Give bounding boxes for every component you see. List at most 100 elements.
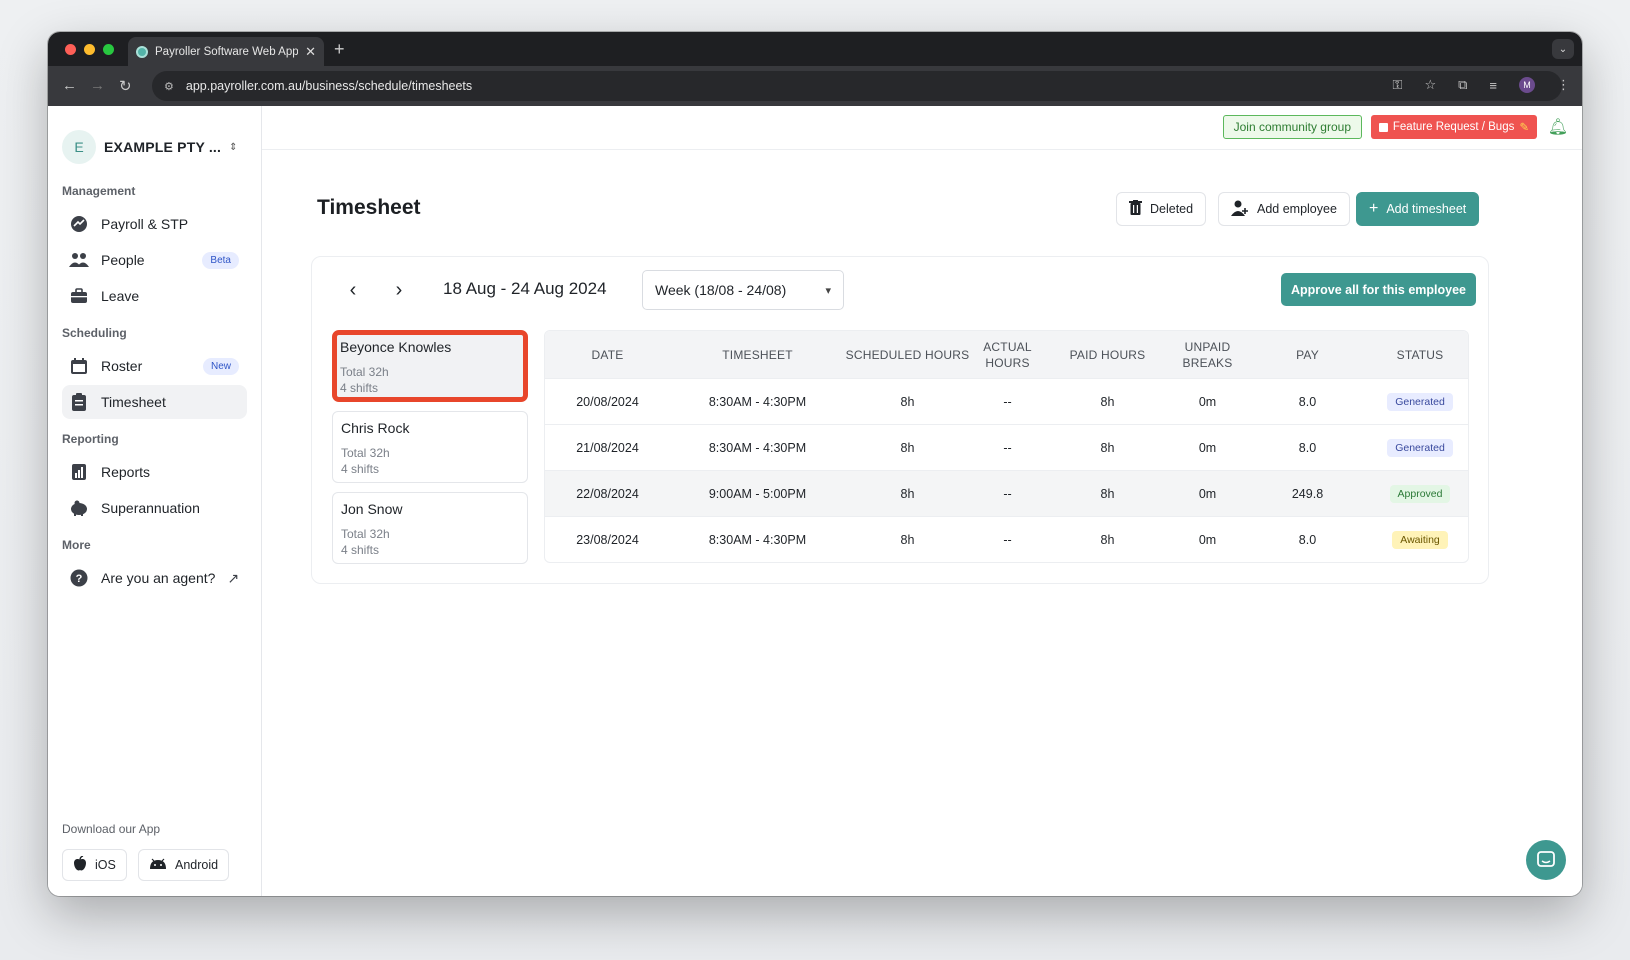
deleted-button[interactable]: Deleted — [1116, 192, 1207, 226]
cell-breaks: 0m — [1198, 440, 1217, 455]
cell-status: Approved — [1370, 484, 1468, 503]
week-select[interactable]: Week (18/08 - 24/08) ▾ — [642, 270, 844, 310]
browser-tab[interactable]: Payroller Software Web Appli ✕ — [128, 37, 324, 66]
chevron-down-icon: ▾ — [825, 284, 831, 297]
sidebar-item-label: People — [101, 252, 145, 268]
employee-shifts: 4 shifts — [341, 543, 380, 557]
section-scheduling: Scheduling — [62, 326, 127, 340]
previous-week-icon[interactable]: ‹ — [342, 279, 364, 302]
reload-icon[interactable]: ↻ — [119, 77, 132, 95]
sidebar-item-leave[interactable]: Leave — [62, 279, 247, 313]
table-row[interactable]: 23/08/2024 8:30AM - 4:30PM 8h -- 8h 0m 8… — [545, 516, 1468, 562]
sidebar-item-people[interactable]: People Beta — [62, 243, 247, 277]
week-navigation: ‹ › — [342, 279, 410, 302]
cell-date: 20/08/2024 — [576, 394, 639, 409]
sidebar-item-superannuation[interactable]: Superannuation — [62, 491, 247, 525]
timesheet-card: ‹ › 18 Aug - 24 Aug 2024 Week (18/08 - 2… — [311, 256, 1489, 584]
join-community-button[interactable]: Join community group — [1222, 115, 1362, 139]
org-switcher[interactable]: E EXAMPLE PTY ... ⇕ — [62, 130, 238, 164]
site-info-icon[interactable]: ⚙ — [164, 80, 174, 93]
media-control-icon[interactable]: ≡ — [1489, 78, 1497, 93]
trash-icon — [1129, 200, 1142, 218]
employee-name: Beyonce Knowles — [340, 339, 452, 355]
column-header[interactable]: DATE — [545, 347, 670, 363]
employee-shifts: 4 shifts — [340, 381, 379, 395]
column-header[interactable]: SCHEDULED HOURS — [845, 347, 970, 363]
browser-menu-icon[interactable]: ⋮ — [1557, 77, 1570, 93]
sidebar-item-roster[interactable]: Roster New — [62, 349, 247, 383]
sidebar-item-reports[interactable]: Reports — [62, 455, 247, 489]
pencil-icon: ✎ — [1519, 122, 1529, 134]
cell-actual: -- — [1003, 394, 1012, 409]
employee-card[interactable]: Beyonce Knowles Total 32h 4 shifts — [332, 330, 528, 402]
employee-card[interactable]: Chris Rock Total 32h 4 shifts — [332, 411, 528, 483]
cell-actual: -- — [1003, 486, 1012, 501]
column-header[interactable]: STATUS — [1370, 347, 1468, 363]
forward-icon[interactable]: → — [90, 77, 105, 94]
column-header[interactable]: PAY — [1245, 347, 1370, 363]
clipboard-icon — [69, 392, 89, 412]
date-range-label: 18 Aug - 24 Aug 2024 — [443, 279, 607, 298]
address-bar[interactable]: ⚙ app.payroller.com.au/business/schedule… — [152, 71, 1562, 101]
sidebar-item-timesheet[interactable]: Timesheet — [62, 385, 247, 419]
download-app-label: Download our App — [62, 822, 161, 836]
employee-card[interactable]: Jon Snow Total 32h 4 shifts — [332, 492, 528, 564]
notification-bell-icon[interactable]: 🔔︎ — [1548, 117, 1568, 137]
section-management: Management — [62, 184, 136, 198]
cell-actual: -- — [1003, 532, 1012, 547]
cell-breaks: 0m — [1198, 486, 1217, 501]
cell-status: Generated — [1370, 438, 1468, 457]
android-download-button[interactable]: Android — [138, 849, 230, 881]
column-header[interactable]: UNPAID BREAKS — [1170, 339, 1245, 371]
feature-request-button[interactable]: Feature Request / Bugs ✎ — [1370, 115, 1537, 139]
next-week-icon[interactable]: › — [388, 279, 410, 302]
org-name: EXAMPLE PTY ... — [104, 139, 222, 155]
bookmark-star-icon[interactable]: ☆ — [1424, 77, 1436, 93]
table-row[interactable]: 21/08/2024 8:30AM - 4:30PM 8h -- 8h 0m 8… — [545, 424, 1468, 470]
minimize-window-button[interactable] — [84, 44, 95, 55]
sidebar-item-payroll[interactable]: Payroll & STP — [62, 207, 247, 241]
extensions-icon[interactable]: ⧉ — [1458, 77, 1467, 93]
status-badge: Generated — [1387, 392, 1453, 411]
beta-badge: Beta — [202, 251, 239, 269]
table-header: DATE TIMESHEET SCHEDULED HOURS ACTUAL HO… — [545, 331, 1468, 378]
new-tab-icon[interactable]: + — [334, 39, 345, 60]
cell-paid: 8h — [1100, 394, 1115, 409]
add-timesheet-label: Add timesheet — [1386, 202, 1467, 216]
cell-timesheet: 9:00AM - 5:00PM — [708, 486, 807, 501]
cell-date: 23/08/2024 — [576, 532, 639, 547]
column-header[interactable]: TIMESHEET — [670, 347, 845, 363]
maximize-window-button[interactable] — [103, 44, 114, 55]
window-controls — [65, 44, 114, 55]
chat-support-button[interactable] — [1526, 840, 1566, 880]
cell-actual: -- — [1003, 440, 1012, 455]
browser-window: Payroller Software Web Appli ✕ + ⌄ ← → ↻… — [48, 32, 1582, 896]
tab-search-icon[interactable]: ⌄ — [1552, 39, 1574, 59]
status-badge: Approved — [1389, 484, 1451, 503]
back-icon[interactable]: ← — [62, 77, 77, 94]
sidebar-item-agent[interactable]: ? Are you an agent? ↗ — [62, 561, 247, 595]
cell-date: 22/08/2024 — [576, 486, 639, 501]
approve-all-button[interactable]: Approve all for this employee — [1280, 273, 1476, 306]
tab-close-icon[interactable]: ✕ — [305, 44, 316, 60]
app-root: E EXAMPLE PTY ... ⇕ Management Payroll &… — [48, 106, 1582, 896]
add-timesheet-button[interactable]: + Add timesheet — [1356, 192, 1480, 226]
employee-total: Total 32h — [340, 365, 389, 379]
svg-text:?: ? — [76, 573, 83, 585]
chat-icon — [1537, 851, 1555, 867]
password-key-icon[interactable]: ⚿ — [1393, 77, 1403, 93]
profile-avatar[interactable]: M — [1519, 77, 1535, 93]
people-icon — [69, 250, 89, 270]
ios-download-button[interactable]: iOS — [62, 849, 127, 881]
cell-scheduled: 8h — [900, 394, 915, 409]
column-header[interactable]: PAID HOURS — [1045, 347, 1170, 363]
cell-scheduled: 8h — [900, 440, 915, 455]
table-row[interactable]: 20/08/2024 8:30AM - 4:30PM 8h -- 8h 0m 8… — [545, 378, 1468, 424]
close-window-button[interactable] — [65, 44, 76, 55]
add-employee-button[interactable]: Add employee — [1218, 192, 1350, 226]
column-header[interactable]: ACTUAL HOURS — [970, 339, 1045, 371]
browser-actions: ⚿ ☆ ⧉ ≡ M ⋮ — [1393, 77, 1570, 93]
cell-pay: 249.8 — [1291, 486, 1324, 501]
table-row[interactable]: 22/08/2024 9:00AM - 5:00PM 8h -- 8h 0m 2… — [545, 470, 1468, 516]
browser-tabbar: Payroller Software Web Appli ✕ + ⌄ — [48, 32, 1582, 66]
